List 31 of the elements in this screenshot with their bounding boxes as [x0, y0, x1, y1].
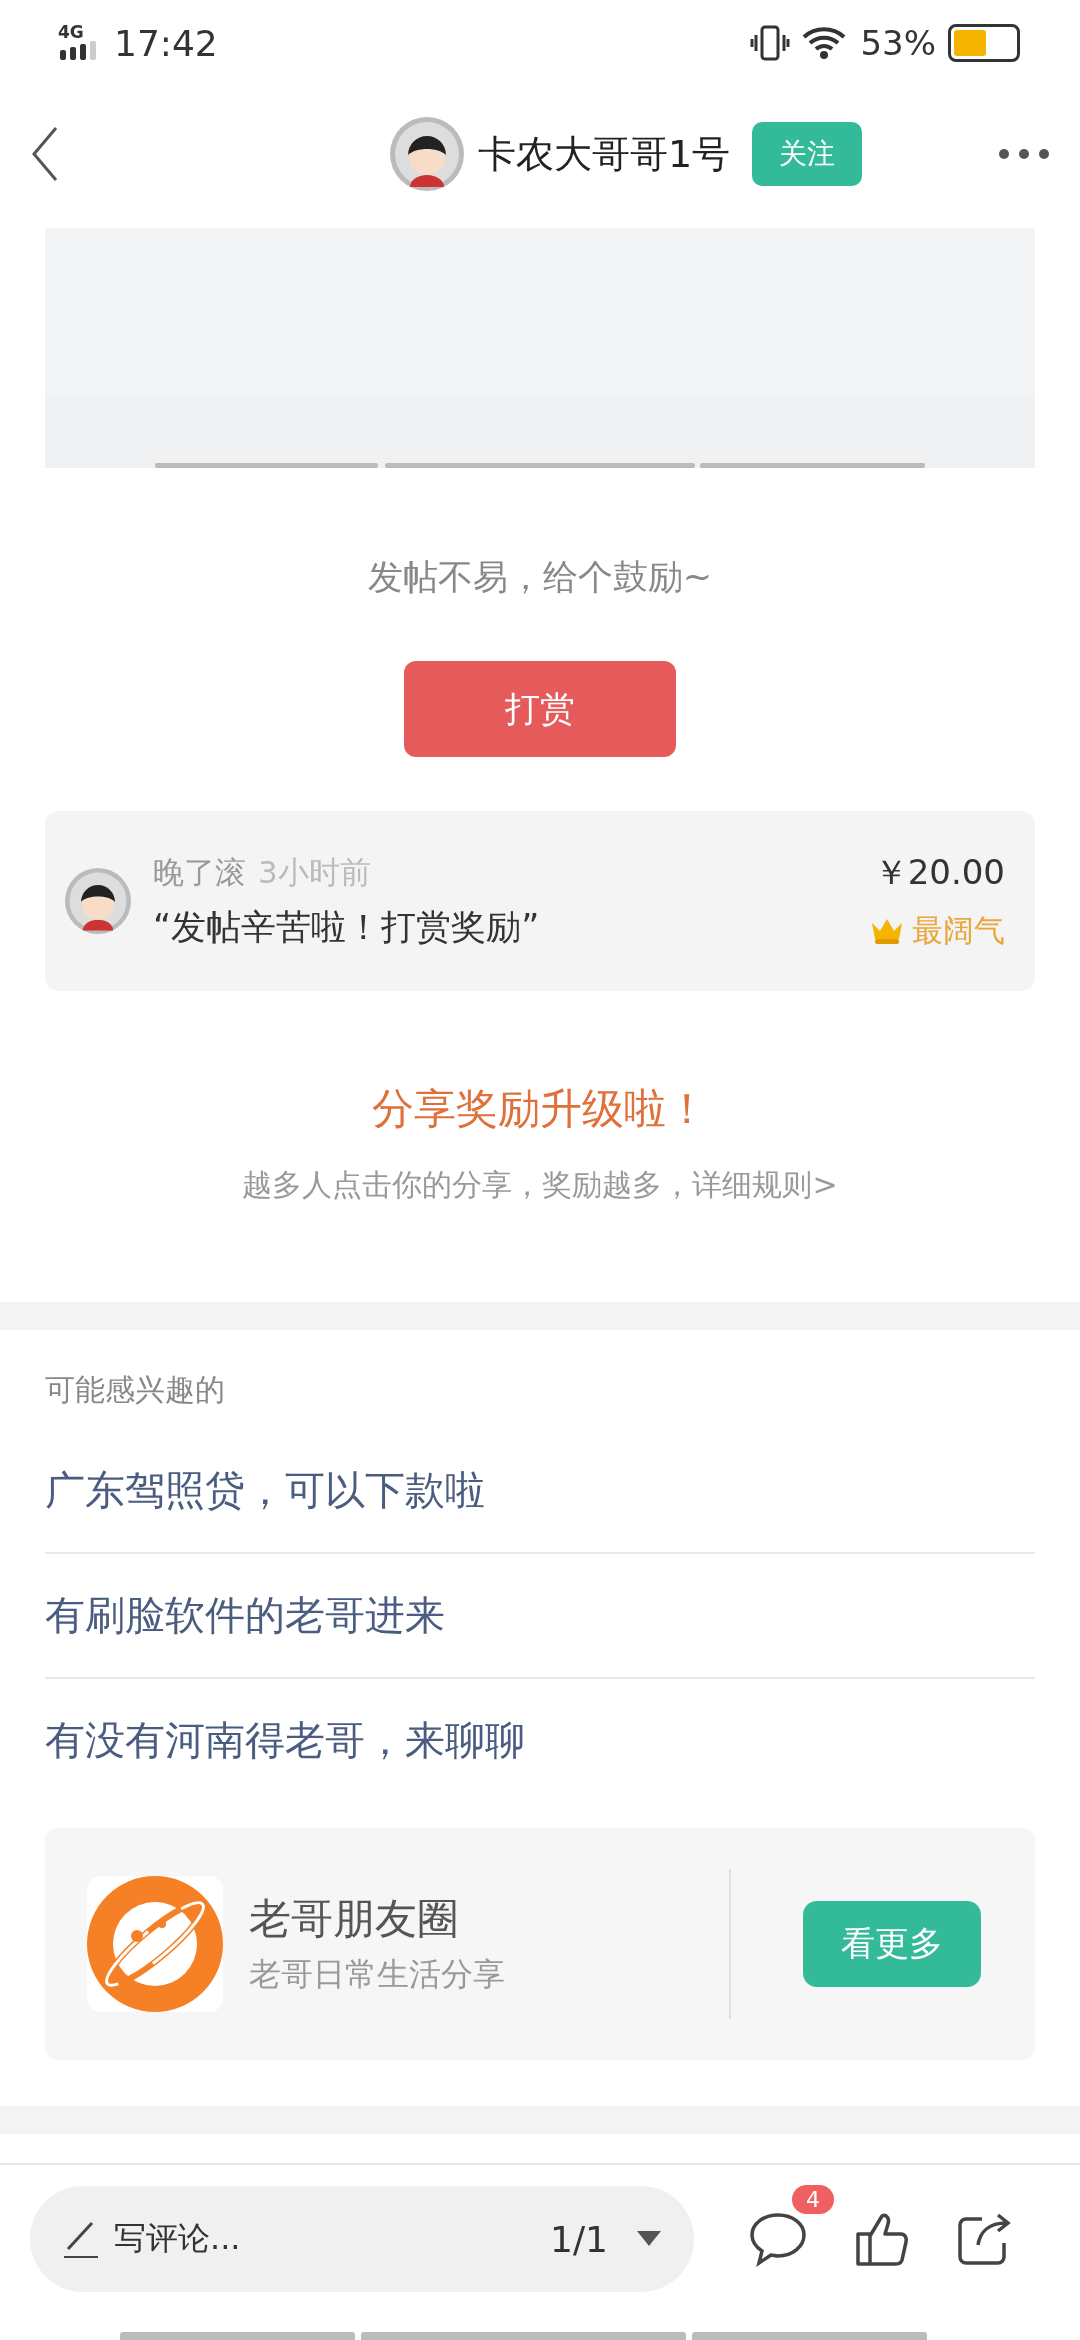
back-icon[interactable] — [30, 126, 60, 182]
dropdown-icon[interactable] — [636, 2230, 662, 2248]
tipper-rank-label: 最阔气 — [912, 911, 1005, 950]
comment-count-badge: 4 — [792, 2185, 834, 2214]
reward-button[interactable]: 打赏 — [404, 661, 676, 757]
battery-icon — [948, 24, 1020, 62]
more-icon[interactable] — [998, 148, 1050, 160]
planet-icon — [87, 1876, 223, 2012]
avatar-icon — [390, 117, 464, 191]
tipper-name: 晚了滚 — [153, 852, 246, 892]
comment-icon[interactable] — [748, 2211, 808, 2267]
avatar-icon — [65, 868, 131, 934]
related-post-link[interactable]: 有没有河南得老哥，来聊聊 — [45, 1679, 1035, 1802]
vibrate-icon — [750, 25, 791, 61]
tip-amount: ￥20.00 — [873, 851, 1005, 894]
circle-name: 老哥朋友圈 — [249, 1893, 460, 1945]
crown-icon — [870, 917, 904, 945]
comment-field[interactable]: 写评论... 1/1 — [30, 2186, 694, 2292]
related-post-link[interactable]: 有刷脸软件的老哥进来 — [45, 1554, 1035, 1679]
battery-percent: 53% — [860, 23, 936, 63]
share-title: 分享奖励升级啦！ — [372, 1083, 708, 1135]
tip-message: “发帖辛苦啦！打赏奖励” — [153, 905, 541, 949]
section-heading: 可能感兴趣的 — [45, 1371, 226, 1409]
page-indicator[interactable]: 1/1 — [550, 2218, 608, 2260]
circle-description: 老哥日常生活分享 — [249, 1954, 506, 1995]
tip-time: 3小时前 — [258, 852, 371, 892]
related-post-link[interactable]: 广东驾照贷，可以下款啦 — [45, 1429, 1035, 1554]
share-icon[interactable] — [956, 2211, 1012, 2267]
author-name[interactable]: 卡农大哥哥1号 — [478, 128, 738, 180]
status-time: 17:42 — [114, 22, 218, 64]
reward-prompt: 发帖不易，给个鼓励~ — [366, 556, 714, 599]
